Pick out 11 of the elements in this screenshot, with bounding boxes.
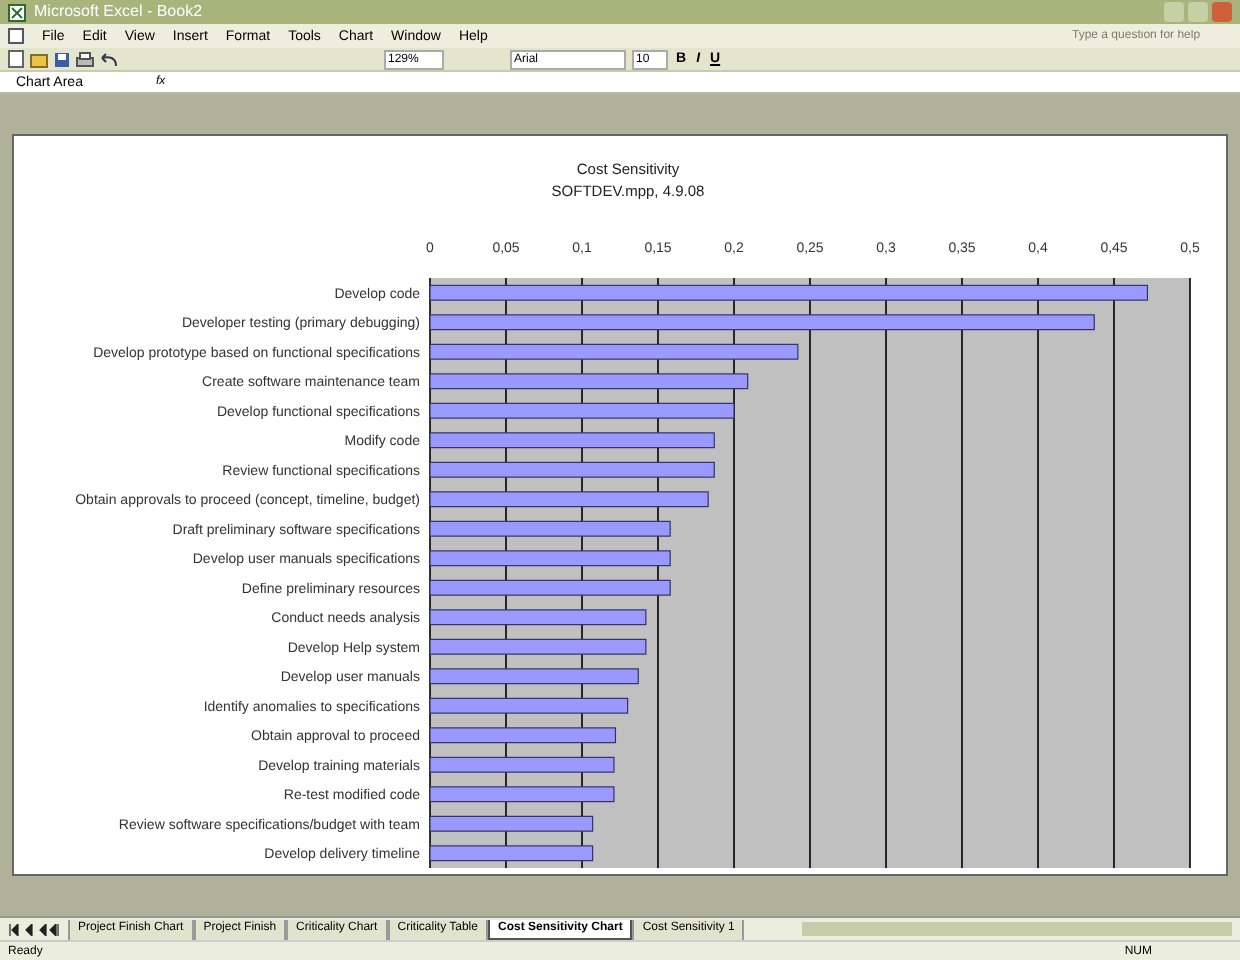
- spreadsheet-icon: [8, 3, 26, 21]
- folder-icon[interactable]: [30, 51, 48, 67]
- chart-area[interactable]: [12, 134, 1228, 876]
- window-title: Microsoft Excel - Book2: [34, 4, 203, 20]
- save-icon[interactable]: [54, 51, 70, 67]
- horizontal-scrollbar[interactable]: [802, 922, 1232, 936]
- new-document-icon[interactable]: [8, 50, 24, 68]
- sheet-icon: [8, 28, 24, 44]
- undo-icon[interactable]: [100, 51, 118, 67]
- tab-scroll-arrows-icon[interactable]: [8, 923, 64, 935]
- printer-icon[interactable]: [76, 51, 94, 67]
